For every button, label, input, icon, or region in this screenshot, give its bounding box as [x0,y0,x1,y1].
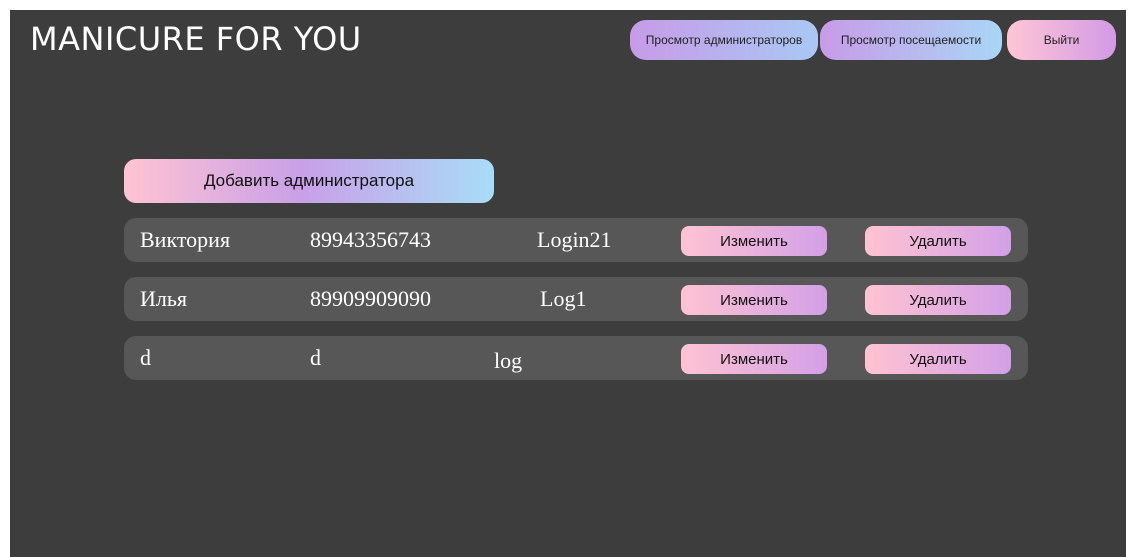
admin-row: Илья 89909909090 Log1 Изменить Удалить [124,277,1028,321]
admin-name: Виктория [140,227,231,252]
add-admin-button[interactable]: Добавить администратора [124,159,494,203]
edit-button[interactable]: Изменить [681,226,827,256]
admin-name: d [140,345,151,370]
edit-button[interactable]: Изменить [681,344,827,374]
delete-button[interactable]: Удалить [865,226,1011,256]
logout-button[interactable]: Выйти [1007,20,1116,60]
app-window: MANICURE FOR YOU Просмотр администраторо… [10,10,1126,557]
admin-login: Log1 [540,286,587,311]
admin-phone: 89943356743 [310,227,431,252]
view-attendance-button[interactable]: Просмотр посещаемости [820,20,1002,60]
delete-button[interactable]: Удалить [865,344,1011,374]
edit-button[interactable]: Изменить [681,285,827,315]
admin-login: log [494,348,523,373]
admin-phone: d [310,345,321,370]
delete-button[interactable]: Удалить [865,285,1011,315]
admin-phone: 89909909090 [310,286,431,311]
admin-row: d d log Изменить Удалить [124,336,1028,380]
admin-row: Виктория 89943356743 Login21 Изменить Уд… [124,218,1028,262]
admin-name: Илья [140,286,188,311]
admin-login: Login21 [537,227,612,252]
brand-title: MANICURE FOR YOU [30,20,362,58]
view-admins-button[interactable]: Просмотр администраторов [630,20,818,60]
